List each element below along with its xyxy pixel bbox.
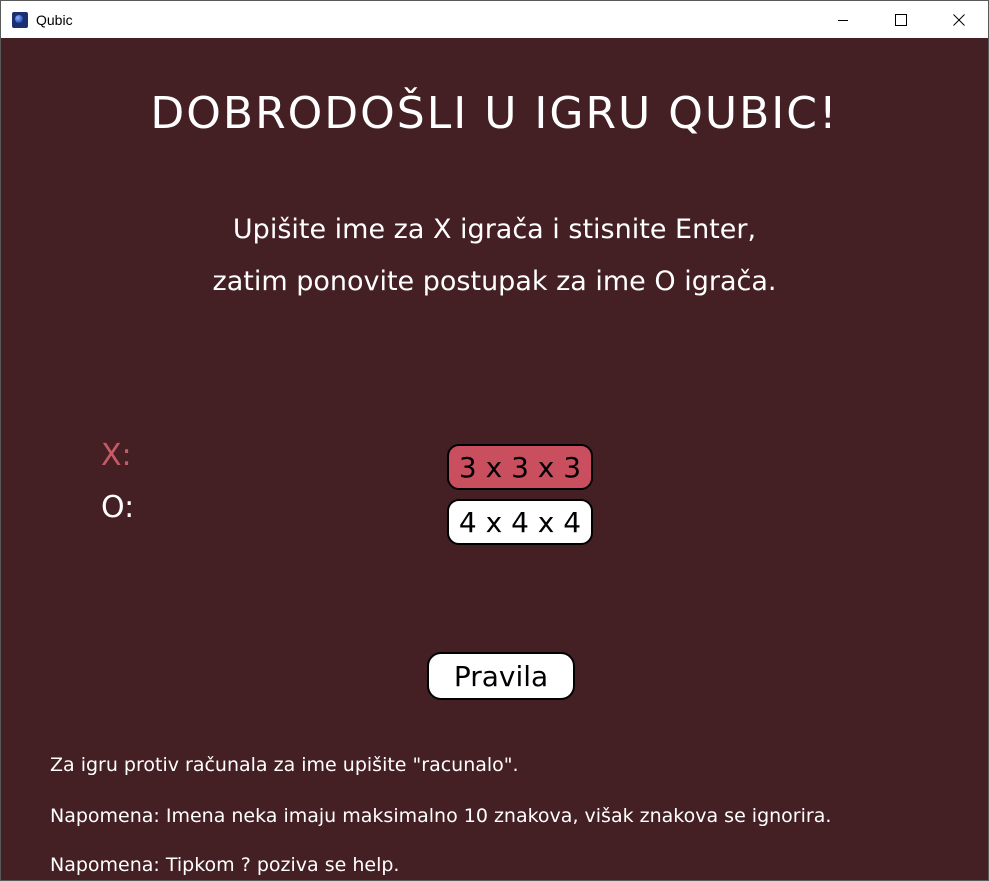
instructions: Upišite ime za X igrača i stisnite Enter… <box>1 204 988 308</box>
window-title: Qubic <box>36 11 73 28</box>
close-button[interactable] <box>930 1 988 38</box>
instruction-line-1: Upišite ime za X igrača i stisnite Enter… <box>232 214 757 245</box>
minimize-icon <box>838 19 848 21</box>
note-help: Napomena: Tipkom ? poziva se help. <box>50 854 400 876</box>
window-controls <box>814 1 988 38</box>
maximize-button[interactable] <box>872 1 930 38</box>
instruction-line-2: zatim ponovite postupak za ime O igrača. <box>212 266 777 297</box>
player-x-label: X: <box>101 438 132 473</box>
board-size-3-button[interactable]: 3 x 3 x 3 <box>447 444 593 490</box>
close-icon <box>953 13 965 26</box>
page-title: DOBRODOŠLI U IGRU QUBIC! <box>150 88 839 139</box>
rules-button[interactable]: Pravila <box>427 652 575 700</box>
note-name-limit: Napomena: Imena neka imaju maksimalno 10… <box>50 805 832 827</box>
app-window: Qubic DOBRODOŠLI U IGRU QUBIC! Upišite i… <box>0 0 989 881</box>
player-o-label: O: <box>101 490 135 525</box>
qubic-app-icon[interactable] <box>12 11 28 28</box>
note-computer: Za igru protiv računala za ime upišite "… <box>50 754 519 776</box>
game-menu: DOBRODOŠLI U IGRU QUBIC! Upišite ime za … <box>1 38 988 880</box>
board-size-4-button[interactable]: 4 x 4 x 4 <box>447 499 593 545</box>
maximize-icon <box>895 13 907 26</box>
minimize-button[interactable] <box>814 1 872 38</box>
title-bar[interactable]: Qubic <box>1 1 988 38</box>
